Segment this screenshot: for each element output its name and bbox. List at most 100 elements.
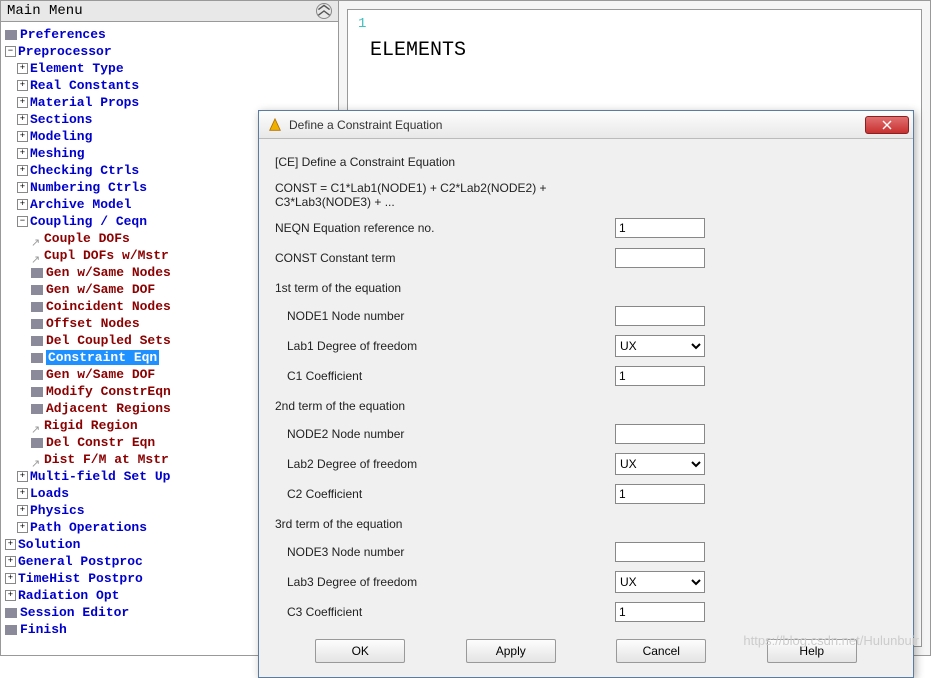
node-label: NODE3 Node number xyxy=(275,545,615,559)
expand-icon[interactable]: + xyxy=(5,556,16,567)
help-button[interactable]: Help xyxy=(767,639,857,663)
expand-icon[interactable]: + xyxy=(17,199,28,210)
tree-item-label: Session Editor xyxy=(20,605,129,620)
arrow-icon xyxy=(31,455,41,465)
tree-item-label: Gen w/Same DOF xyxy=(46,367,155,382)
tree-item-label: Offset Nodes xyxy=(46,316,140,331)
expand-icon[interactable]: + xyxy=(17,114,28,125)
tree-item-label: Modify ConstrEqn xyxy=(46,384,171,399)
tree-item-label: Sections xyxy=(30,112,92,127)
tree-item-label: Material Props xyxy=(30,95,139,110)
tree-item-label: Couple DOFs xyxy=(44,231,130,246)
coef-input[interactable] xyxy=(615,602,705,622)
tree-item-label: Element Type xyxy=(30,61,124,76)
dof-select[interactable]: UX xyxy=(615,335,705,357)
const-input[interactable] xyxy=(615,248,705,268)
dof-select[interactable]: UX xyxy=(615,453,705,475)
tree-item-label: Checking Ctrls xyxy=(30,163,139,178)
leaf-icon xyxy=(5,30,17,40)
term-section-title: 3rd term of the equation xyxy=(275,517,615,531)
expand-icon[interactable]: + xyxy=(17,488,28,499)
leaf-icon xyxy=(31,438,43,448)
expand-icon[interactable]: + xyxy=(17,63,28,74)
tree-item-label: Multi-field Set Up xyxy=(30,469,170,484)
tree-item[interactable]: +Element Type xyxy=(3,60,336,77)
tree-item-label: Numbering Ctrls xyxy=(30,180,147,195)
expand-icon[interactable]: + xyxy=(5,590,16,601)
neqn-label: NEQN Equation reference no. xyxy=(275,221,615,235)
tree-item-label: Real Constants xyxy=(30,78,139,93)
collapse-up-icon[interactable] xyxy=(316,3,332,19)
expand-icon[interactable]: + xyxy=(17,131,28,142)
tree-item-label: TimeHist Postpro xyxy=(18,571,143,586)
node-input[interactable] xyxy=(615,424,705,444)
expand-icon[interactable]: + xyxy=(5,573,16,584)
tree-item-label: Coincident Nodes xyxy=(46,299,171,314)
leaf-icon xyxy=(31,285,43,295)
dialog-heading: [CE] Define a Constraint Equation xyxy=(275,155,615,169)
arrow-icon xyxy=(31,234,41,244)
tree-item-label: Gen w/Same Nodes xyxy=(46,265,171,280)
tree-item-label: Dist F/M at Mstr xyxy=(44,452,169,467)
node-input[interactable] xyxy=(615,306,705,326)
expand-icon[interactable]: + xyxy=(17,97,28,108)
tree-item-label: Gen w/Same DOF xyxy=(46,282,155,297)
expand-icon[interactable]: + xyxy=(17,505,28,516)
canvas-title: ELEMENTS xyxy=(370,39,466,62)
tree-item-label: Rigid Region xyxy=(44,418,138,433)
leaf-icon xyxy=(31,302,43,312)
tree-item-label: General Postproc xyxy=(18,554,143,569)
term-section-title: 2nd term of the equation xyxy=(275,399,615,413)
coef-label: C2 Coefficient xyxy=(275,487,615,501)
leaf-icon xyxy=(31,387,43,397)
dof-select[interactable]: UX xyxy=(615,571,705,593)
tree-item-label: Archive Model xyxy=(30,197,131,212)
dialog-titlebar[interactable]: Define a Constraint Equation xyxy=(259,111,913,139)
dialog-body: [CE] Define a Constraint Equation CONST … xyxy=(259,139,913,677)
node-input[interactable] xyxy=(615,542,705,562)
dialog-title: Define a Constraint Equation xyxy=(289,118,865,132)
expand-icon[interactable]: + xyxy=(17,80,28,91)
apply-button[interactable]: Apply xyxy=(466,639,556,663)
expand-icon[interactable]: + xyxy=(17,522,28,533)
leaf-icon xyxy=(31,336,43,346)
tree-item[interactable]: Preferences xyxy=(3,26,336,43)
expand-icon[interactable]: + xyxy=(17,182,28,193)
collapse-icon[interactable]: − xyxy=(17,216,28,227)
tree-item-label: Constraint Eqn xyxy=(46,350,159,365)
tree-item-label: Path Operations xyxy=(30,520,147,535)
close-icon[interactable] xyxy=(865,116,909,134)
coef-input[interactable] xyxy=(615,484,705,504)
ok-button[interactable]: OK xyxy=(315,639,405,663)
leaf-icon xyxy=(31,319,43,329)
tree-item[interactable]: +Real Constants xyxy=(3,77,336,94)
tree-item-label: Solution xyxy=(18,537,80,552)
expand-icon[interactable]: + xyxy=(17,471,28,482)
cancel-button[interactable]: Cancel xyxy=(616,639,706,663)
tree-item-label: Del Coupled Sets xyxy=(46,333,171,348)
main-menu-title: Main Menu xyxy=(7,3,83,19)
tree-item-label: Finish xyxy=(20,622,67,637)
node-label: NODE1 Node number xyxy=(275,309,615,323)
expand-icon[interactable]: + xyxy=(5,539,16,550)
tree-item-label: Adjacent Regions xyxy=(46,401,171,416)
tree-item-label: Modeling xyxy=(30,129,92,144)
tree-item-label: Preprocessor xyxy=(18,44,112,59)
coef-input[interactable] xyxy=(615,366,705,386)
tree-item-label: Coupling / Ceqn xyxy=(30,214,147,229)
canvas-number: 1 xyxy=(358,16,366,32)
expand-icon[interactable]: + xyxy=(17,165,28,176)
neqn-input[interactable] xyxy=(615,218,705,238)
tree-item-label: Meshing xyxy=(30,146,85,161)
leaf-icon xyxy=(31,404,43,414)
constraint-eqn-dialog: Define a Constraint Equation [CE] Define… xyxy=(258,110,914,678)
lab-label: Lab2 Degree of freedom xyxy=(275,457,615,471)
tree-item[interactable]: −Preprocessor xyxy=(3,43,336,60)
leaf-icon xyxy=(5,608,17,618)
expand-icon[interactable]: + xyxy=(17,148,28,159)
collapse-icon[interactable]: − xyxy=(5,46,16,57)
node-label: NODE2 Node number xyxy=(275,427,615,441)
lab-label: Lab1 Degree of freedom xyxy=(275,339,615,353)
tree-item[interactable]: +Material Props xyxy=(3,94,336,111)
leaf-icon xyxy=(5,625,17,635)
